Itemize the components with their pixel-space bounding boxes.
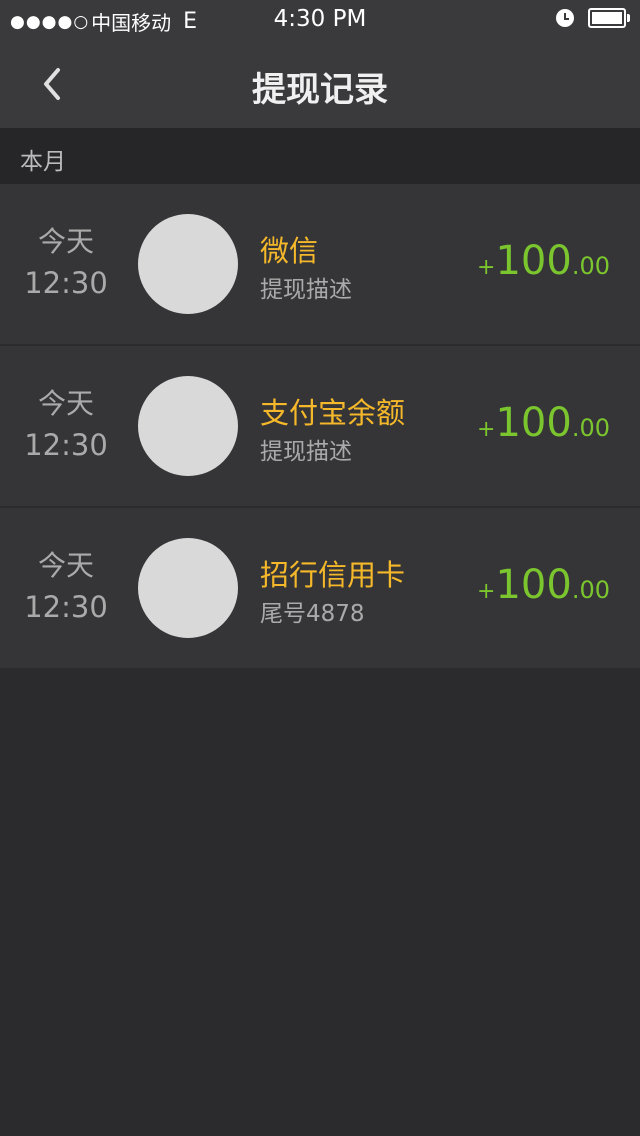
record-title: 支付宝余额: [260, 396, 406, 430]
record-amount: +100.00: [477, 238, 610, 284]
record-day: 今天: [37, 225, 94, 258]
record-day: 今天: [37, 549, 94, 582]
amount-integer: 100: [495, 238, 572, 284]
amount-integer: 100: [495, 400, 572, 446]
navigation-bar: 提现记录: [0, 40, 640, 128]
status-bar: ●●●●○ 中国移动 E 4:30 PM: [0, 0, 640, 40]
record-title: 招行信用卡: [260, 558, 406, 592]
record-description: 提现描述: [260, 277, 352, 303]
record-title: 微信: [260, 234, 319, 268]
withdrawal-list: 今天 12:30 微信 提现描述 +100.00 今天 12:30 支付宝余额 …: [0, 184, 640, 670]
record-description: 提现描述: [260, 439, 352, 465]
amount-decimal: .00: [571, 252, 610, 280]
amount-decimal: .00: [571, 576, 610, 604]
record-date: 今天 12:30: [0, 384, 132, 466]
section-header: 本月: [0, 128, 640, 184]
withdrawal-record[interactable]: 今天 12:30 招行信用卡 尾号4878 +100.00: [0, 508, 640, 670]
status-time: 4:30 PM: [273, 6, 367, 32]
amount-sign: +: [477, 579, 496, 604]
channel-avatar: [138, 376, 238, 476]
battery-icon: [588, 8, 630, 28]
withdrawal-record[interactable]: 今天 12:30 支付宝余额 提现描述 +100.00: [0, 346, 640, 508]
page-title: 提现记录: [252, 70, 388, 110]
record-time: 12:30: [24, 590, 108, 624]
channel-avatar: [138, 538, 238, 638]
record-date: 今天 12:30: [0, 222, 132, 304]
amount-sign: +: [477, 255, 496, 280]
section-label: 本月: [20, 149, 66, 175]
record-amount: +100.00: [477, 562, 610, 608]
amount-sign: +: [477, 417, 496, 442]
record-description: 尾号4878: [260, 601, 365, 627]
channel-avatar: [138, 214, 238, 314]
record-amount: +100.00: [477, 400, 610, 446]
alarm-clock-icon: [556, 9, 574, 27]
amount-integer: 100: [495, 562, 572, 608]
withdrawal-record[interactable]: 今天 12:30 微信 提现描述 +100.00: [0, 184, 640, 346]
record-time: 12:30: [24, 428, 108, 462]
record-day: 今天: [37, 387, 94, 420]
record-date: 今天 12:30: [0, 546, 132, 628]
record-time: 12:30: [24, 266, 108, 300]
status-right: [556, 8, 630, 28]
amount-decimal: .00: [571, 414, 610, 442]
